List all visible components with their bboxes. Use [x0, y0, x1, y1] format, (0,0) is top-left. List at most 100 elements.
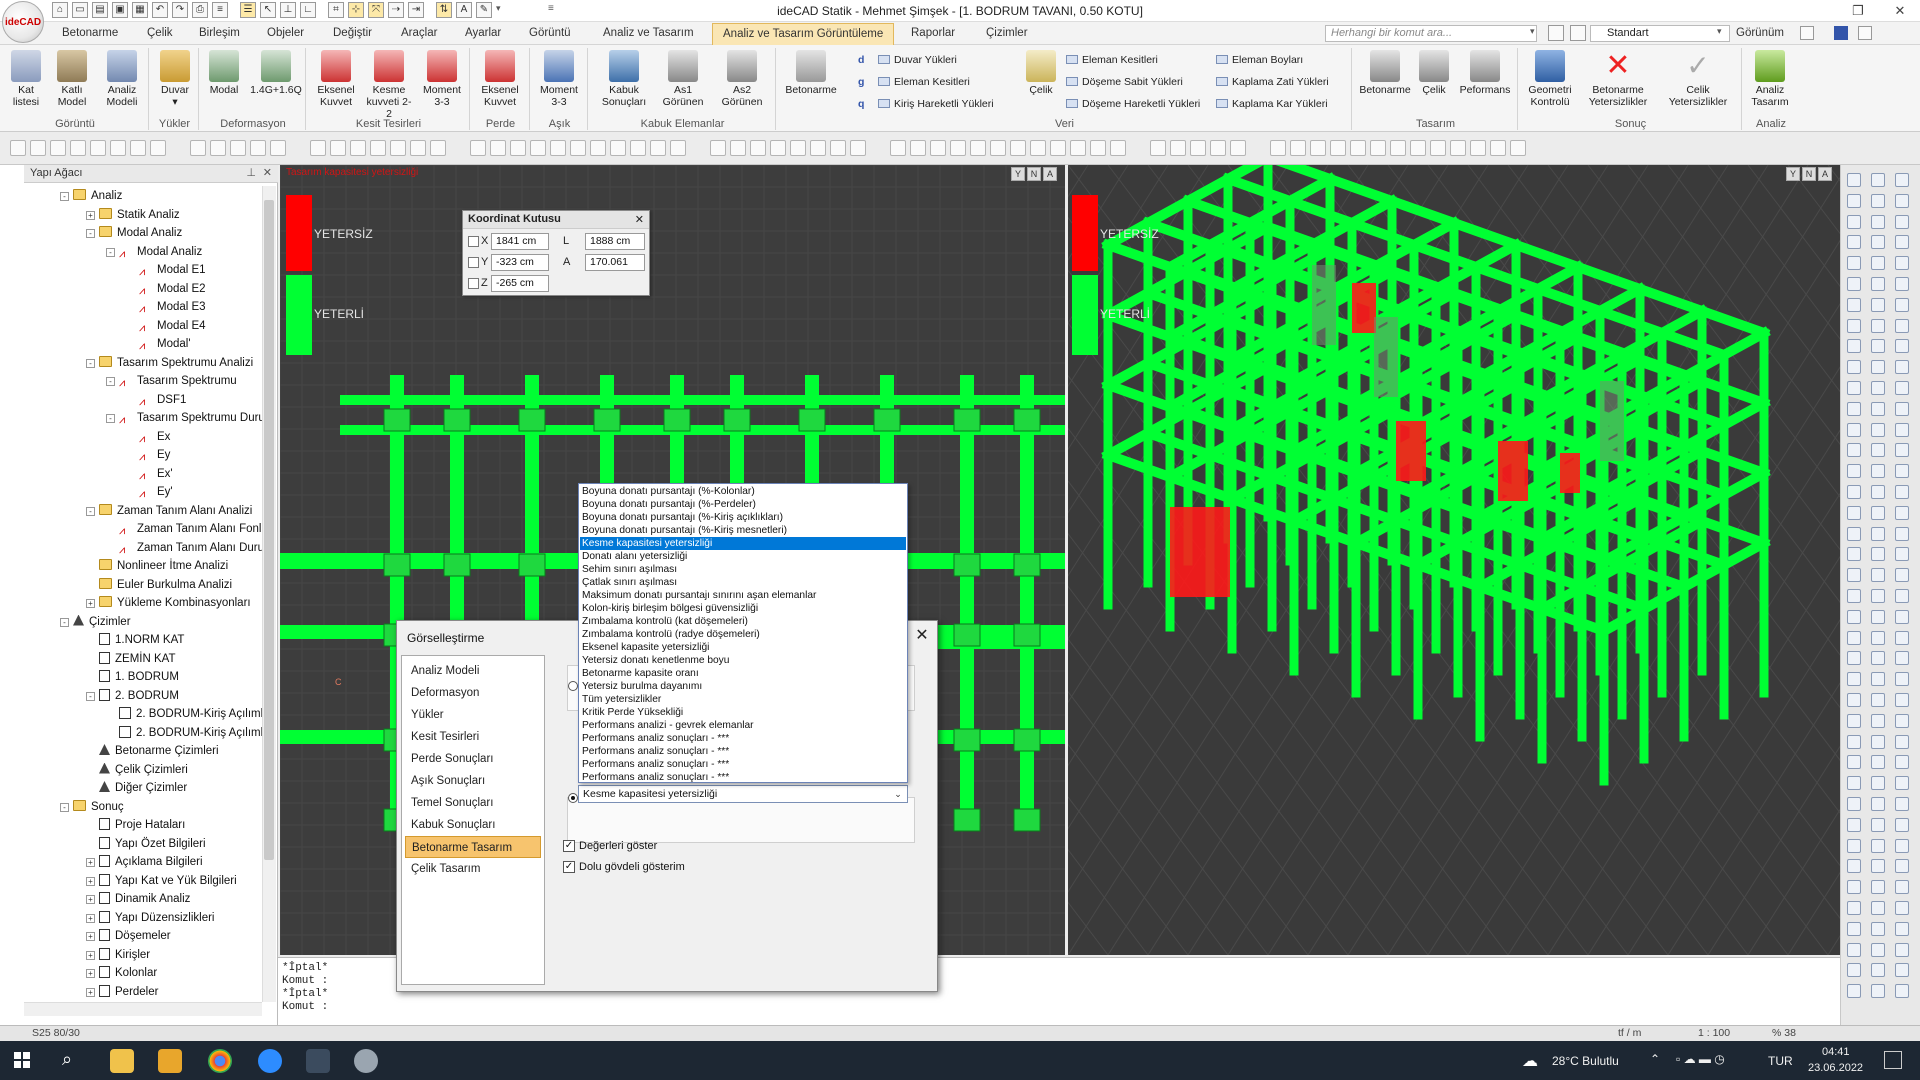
toolbar-tool-icon[interactable] [1030, 140, 1046, 156]
toolbar-tool-icon[interactable] [1490, 140, 1506, 156]
celik-veri-button[interactable]: Çelik [1022, 50, 1060, 96]
tree-node[interactable]: ⩘ Modal E2 [126, 280, 206, 298]
dropdown-option[interactable]: Kritik Perde Yüksekliği [580, 706, 906, 719]
collapse-icon[interactable]: - [60, 192, 69, 201]
dropdown-option[interactable]: Yetersiz burulma dayanımı [580, 680, 906, 693]
side-tool-icon[interactable] [1847, 360, 1861, 375]
menu-cizimler[interactable]: Çizimler [986, 27, 1028, 39]
tree-node[interactable]: + Yükleme Kombinasyonları [86, 594, 251, 612]
nav-item[interactable]: Analiz Modeli [405, 660, 541, 682]
tree-node[interactable]: ⩘ Modal E3 [126, 298, 206, 316]
side-tool-icon[interactable] [1895, 193, 1909, 208]
celik-yetersizlikler-button[interactable]: ✓ Celik Yetersizlikler [1658, 50, 1738, 108]
toolbar-tool-icon[interactable] [750, 140, 766, 156]
tree-node[interactable]: ⩘ Ex [126, 428, 170, 446]
tray-up-icon[interactable]: ⌃ [1650, 1052, 1660, 1066]
nav-item[interactable]: Kesit Tesirleri [405, 726, 541, 748]
status-scale[interactable]: 1 : 100 [1698, 1027, 1730, 1039]
tree-node[interactable]: 2. BODRUM-Kiriş Açılıml [106, 705, 262, 723]
eleman-boylari-button[interactable]: Eleman Boyları [1216, 54, 1303, 66]
toolbar-tool-icon[interactable] [350, 140, 366, 156]
side-tool-icon[interactable] [1847, 589, 1861, 603]
radio-option-a[interactable] [568, 681, 578, 691]
collapse-icon[interactable]: - [86, 358, 95, 368]
tree-node[interactable]: - Zaman Tanım Alanı Analizi [86, 502, 252, 520]
dropdown-option[interactable]: Performans analiz sonuçları - *** [580, 745, 906, 758]
menu-objeler[interactable]: Objeler [267, 27, 304, 39]
side-tool-icon[interactable] [1895, 609, 1909, 624]
side-tool-icon[interactable] [1847, 339, 1861, 354]
betonarme-tasarim-button[interactable]: Betonarme [1356, 50, 1414, 96]
betonarme-yetersizlikler-button[interactable]: ✕ Betonarme Yetersizlikler [1580, 50, 1656, 109]
side-tool-icon[interactable] [1847, 443, 1861, 458]
toolbar-tool-icon[interactable] [970, 140, 986, 156]
side-tool-icon[interactable] [1895, 547, 1909, 562]
side-tool-icon[interactable] [1895, 672, 1909, 687]
side-tool-icon[interactable] [1847, 464, 1861, 479]
expand-icon[interactable]: + [86, 210, 95, 220]
side-tool-icon[interactable] [1871, 547, 1885, 562]
dropdown-option[interactable]: Boyuna donatı pursantajı (%-Kolonlar) [580, 485, 906, 498]
side-tool-icon[interactable] [1847, 776, 1861, 791]
dialog-close-button[interactable]: ✕ [912, 626, 932, 646]
side-tool-icon[interactable] [1871, 797, 1885, 811]
menu-goruntu[interactable]: Görüntü [529, 27, 571, 39]
expand-icon[interactable]: + [86, 858, 95, 867]
side-tool-icon[interactable] [1895, 526, 1909, 541]
side-tool-icon[interactable] [1847, 755, 1861, 770]
kaplama-zati-button[interactable]: Kaplama Zati Yükleri [1216, 76, 1329, 88]
celik-tasarim-button[interactable]: Çelik [1414, 50, 1454, 96]
toolbar-tool-icon[interactable] [550, 140, 566, 156]
side-tool-icon[interactable] [1871, 381, 1885, 395]
side-tool-icon[interactable] [1871, 755, 1885, 770]
toolbar-tool-icon[interactable] [1090, 140, 1106, 156]
side-tool-icon[interactable] [1847, 214, 1861, 229]
tree-node[interactable]: ⩘ Modal E4 [126, 317, 206, 335]
side-tool-icon[interactable] [1871, 921, 1885, 936]
toolbar-tool-icon[interactable] [390, 140, 406, 156]
l-field[interactable]: 1888 cm [585, 233, 645, 250]
kabuk-sonuclari-button[interactable]: Kabuk Sonuçları [594, 50, 654, 108]
collapse-icon[interactable]: - [60, 617, 69, 627]
a-field[interactable]: 170.061 [585, 254, 645, 271]
toolbar-tool-icon[interactable] [790, 140, 806, 156]
side-tool-icon[interactable] [1871, 360, 1885, 375]
toolbar-tool-icon[interactable] [570, 140, 586, 156]
side-tool-icon[interactable] [1895, 173, 1909, 187]
side-tool-icon[interactable] [1895, 568, 1909, 583]
tree-node[interactable]: ⩘ Modal E1 [126, 261, 206, 279]
toolbar-tool-icon[interactable] [610, 140, 626, 156]
dropdown-option[interactable]: Donatı alanı yetersizliği [580, 550, 906, 563]
side-tool-icon[interactable] [1895, 318, 1909, 333]
toolbar-tool-icon[interactable] [1230, 140, 1246, 156]
toolbar-tool-icon[interactable] [650, 140, 666, 156]
tree-node[interactable]: + Yapı Düzensizlikleri [86, 909, 215, 927]
side-tool-icon[interactable] [1871, 859, 1885, 874]
dropdown-option[interactable]: Eksenel kapasite yetersizliği [580, 641, 906, 654]
nav-item[interactable]: Çelik Tasarım [405, 858, 541, 880]
view-y-button[interactable]: Y [1011, 167, 1025, 181]
tree-node[interactable]: ⩘ Ey' [126, 483, 173, 501]
tree-node[interactable]: Betonarme Çizimleri [86, 742, 219, 760]
tree-node[interactable]: ⩘ Zaman Tanım Alanı Duru [106, 539, 262, 557]
side-tool-icon[interactable] [1895, 755, 1909, 770]
nav-item[interactable]: Temel Sonuçları [405, 792, 541, 814]
toolbar-tool-icon[interactable] [1310, 140, 1326, 156]
side-tool-icon[interactable] [1895, 984, 1909, 999]
collapse-icon[interactable]: - [60, 802, 69, 812]
side-tool-icon[interactable] [1847, 547, 1861, 562]
side-tool-icon[interactable] [1847, 651, 1861, 666]
toolbar-tool-icon[interactable] [310, 140, 326, 156]
tree-node[interactable]: 1.NORM KAT [86, 631, 184, 649]
close-panel-icon[interactable]: ✕ [263, 166, 272, 179]
toolbar-tool-icon[interactable] [270, 140, 286, 156]
side-tool-icon[interactable] [1871, 401, 1885, 416]
side-tool-icon[interactable] [1847, 485, 1861, 499]
collapse-icon[interactable]: - [86, 691, 95, 701]
side-tool-icon[interactable] [1847, 859, 1861, 874]
side-tool-icon[interactable] [1895, 360, 1909, 375]
side-tool-icon[interactable] [1847, 880, 1861, 895]
collapse-icon[interactable]: - [106, 414, 115, 423]
tree-node[interactable]: - 2. BODRUM [86, 687, 179, 705]
eleman-kesitleri2-button[interactable]: Eleman Kesitleri [1066, 54, 1158, 66]
